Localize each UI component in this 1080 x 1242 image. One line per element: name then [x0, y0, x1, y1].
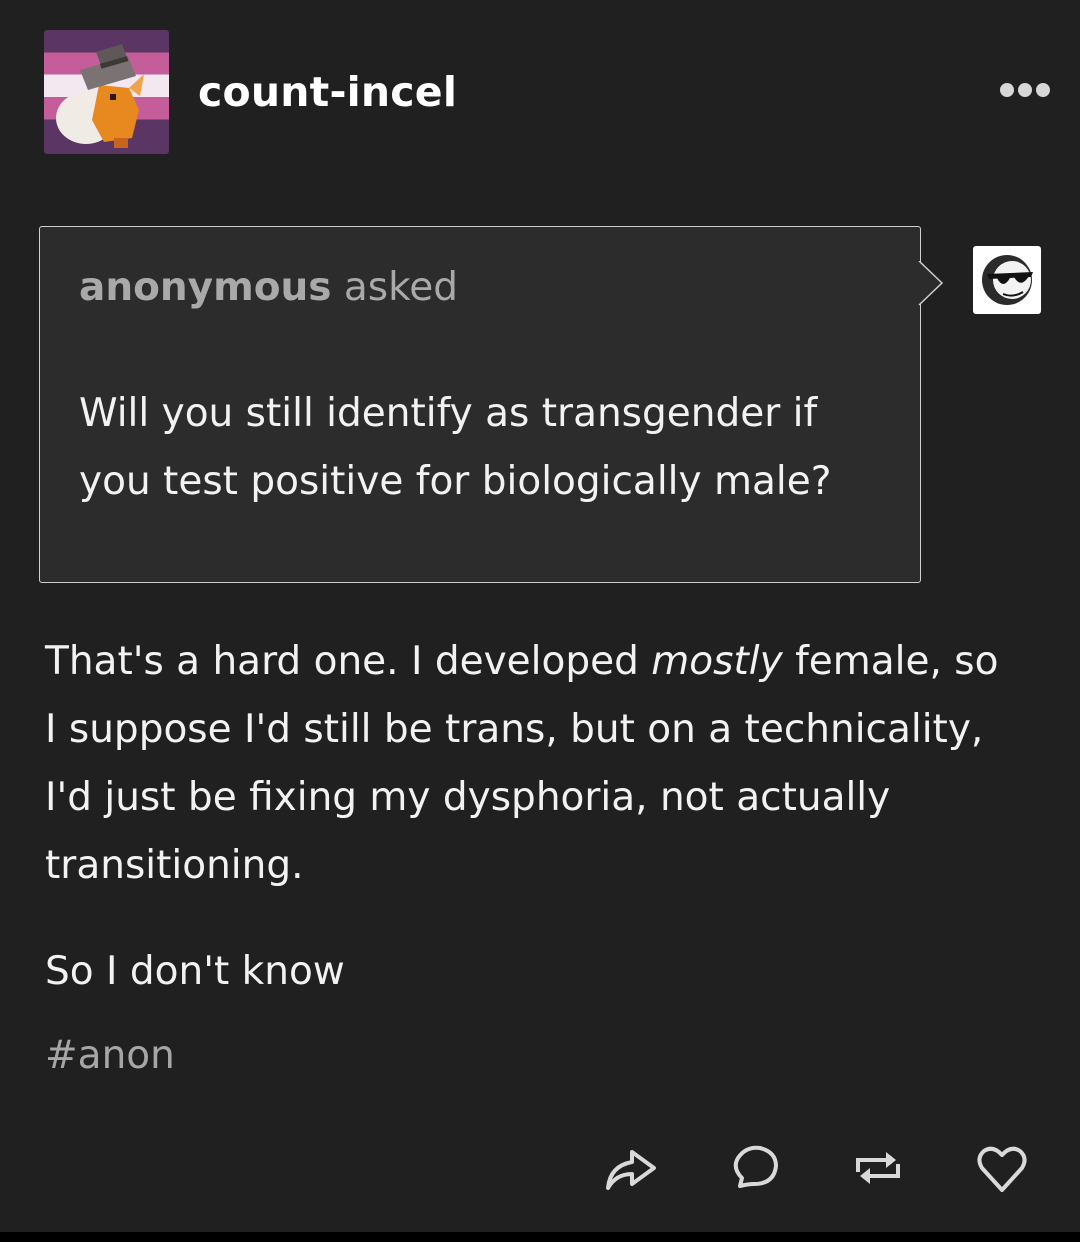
heart-icon: [977, 1146, 1027, 1192]
asked-label: asked: [343, 265, 459, 310]
question-line: Will you still identify as transgender i…: [79, 391, 818, 436]
answer-paragraph: So I don't know: [45, 949, 345, 994]
blog-avatar[interactable]: [44, 30, 169, 154]
ask-question: Will you still identify as transgender i…: [79, 380, 899, 516]
sunglasses-face-icon: [982, 255, 1033, 305]
answer-line: That's a hard one. I developed mostly fe…: [45, 639, 999, 684]
answer-line: transitioning.: [45, 843, 304, 888]
answer-line: I suppose I'd still be trans, but on a t…: [45, 707, 984, 752]
answer-line: I'd just be fixing my dysphoria, not act…: [45, 775, 891, 820]
asker-line: anonymous asked: [79, 265, 458, 310]
reblog-icon: [856, 1152, 900, 1184]
share-button[interactable]: [600, 1138, 660, 1198]
asker-avatar[interactable]: [973, 246, 1041, 314]
more-dots-icon[interactable]: [1000, 83, 1050, 99]
ask-pointer: [918, 261, 944, 306]
blog-name[interactable]: count-incel: [198, 68, 457, 116]
asker-name[interactable]: anonymous: [79, 265, 331, 310]
bottom-divider: [0, 1232, 1080, 1242]
reply-button[interactable]: [724, 1138, 784, 1198]
reply-bubble-icon: [733, 1145, 778, 1188]
post-card: count-incel anonymous asked Will you sti…: [0, 0, 1080, 1232]
share-icon: [606, 1150, 656, 1190]
question-line: you test positive for biologically male?: [79, 459, 832, 504]
like-button[interactable]: [972, 1138, 1032, 1198]
reblog-button[interactable]: [848, 1138, 908, 1198]
emphasis-text: mostly: [651, 639, 783, 684]
tag-link[interactable]: #anon: [45, 1026, 175, 1086]
pixel-art-fox-with-hat-avatar: [56, 44, 144, 148]
answer-body: That's a hard one. I developed mostly fe…: [45, 628, 1045, 900]
